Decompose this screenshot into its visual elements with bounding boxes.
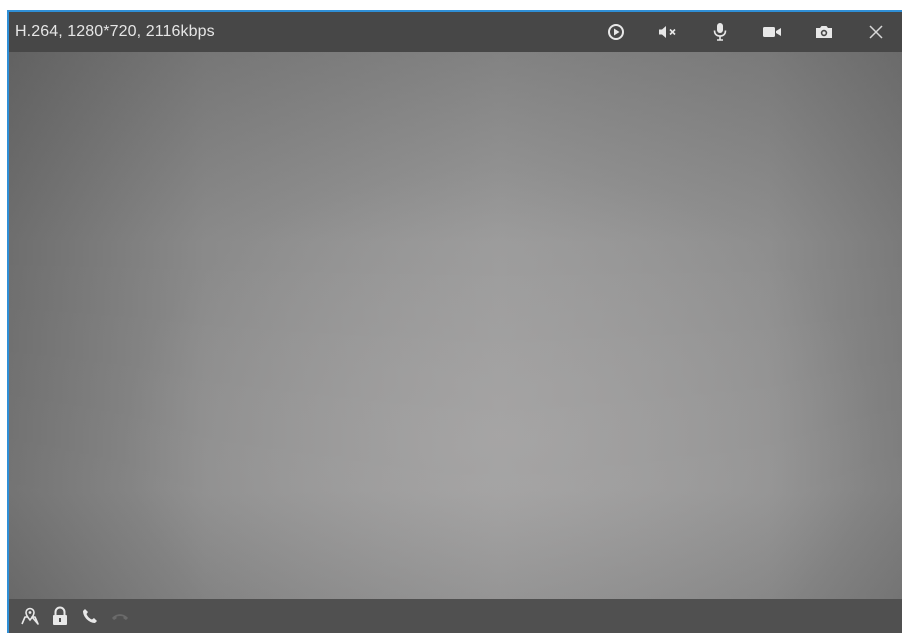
play-button[interactable]	[590, 12, 642, 52]
microphone-icon	[713, 23, 727, 41]
close-icon	[869, 25, 883, 39]
play-circle-icon	[608, 24, 624, 40]
close-button[interactable]	[850, 12, 902, 52]
lock-icon	[53, 606, 67, 625]
hang-up-icon	[112, 614, 128, 620]
player-bottom-bar	[9, 599, 902, 633]
video-player-window: H.264, 1280*720, 2116kbps	[7, 10, 902, 633]
top-controls	[590, 12, 902, 52]
record-button[interactable]	[746, 12, 798, 52]
microphone-button[interactable]	[694, 12, 746, 52]
speaker-muted-icon	[659, 26, 676, 38]
map-location-icon	[21, 607, 39, 625]
map-location-button[interactable]	[15, 601, 45, 631]
mute-button[interactable]	[642, 12, 694, 52]
hang-up-button[interactable]	[105, 601, 135, 631]
call-button[interactable]	[75, 601, 105, 631]
stream-info-label: H.264, 1280*720, 2116kbps	[15, 23, 215, 40]
video-camera-icon	[763, 27, 781, 37]
video-viewport[interactable]	[9, 52, 902, 599]
camera-snapshot-icon	[816, 26, 832, 38]
snapshot-button[interactable]	[798, 12, 850, 52]
phone-icon	[83, 609, 97, 623]
lock-button[interactable]	[45, 601, 75, 631]
player-top-bar: H.264, 1280*720, 2116kbps	[9, 12, 902, 52]
